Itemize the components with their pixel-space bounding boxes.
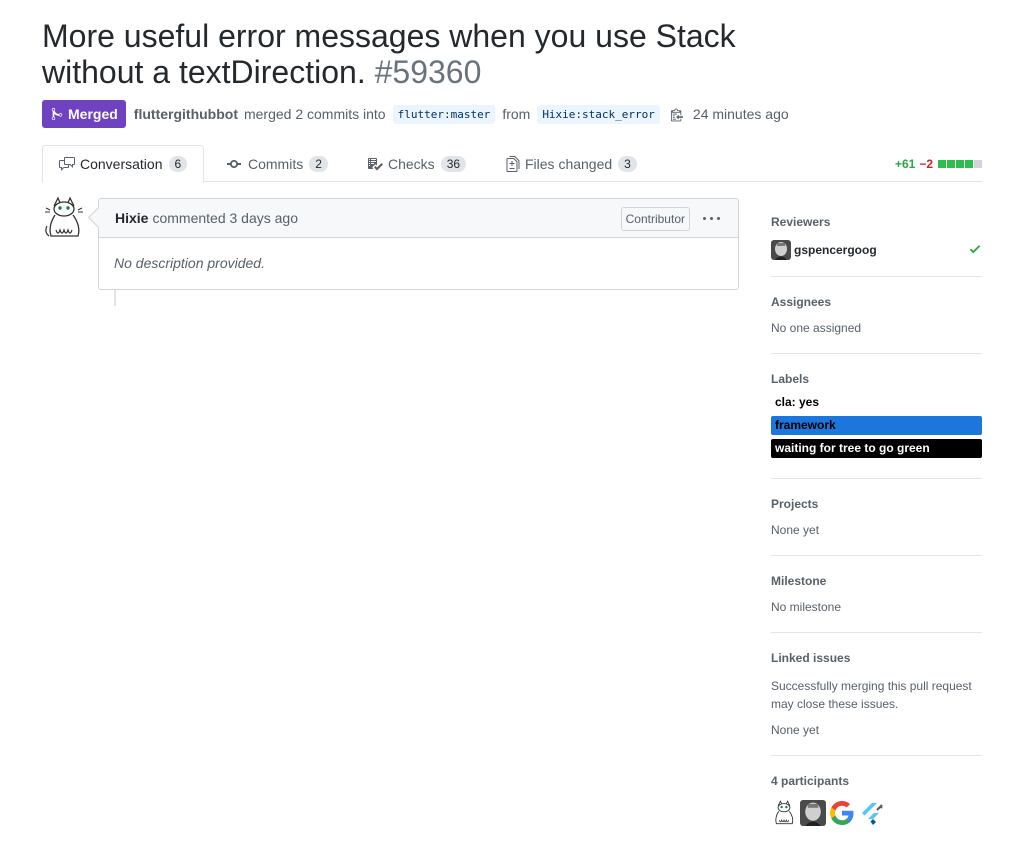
participants-list [771,800,982,826]
tab-conversation-label: Conversation [80,156,163,172]
diffstat-block [974,160,982,168]
diffstat: +61 −2 [895,157,982,171]
projects-section: Projects None yet [771,479,982,556]
tab-commits-count: 2 [309,155,328,172]
checklist-icon [367,156,383,172]
git-commit-icon [227,156,243,172]
diffstat-block [956,160,964,168]
pr-number: #59360 [374,54,482,90]
merger-link[interactable]: fluttergithubbot [134,106,238,122]
base-branch[interactable]: flutter:master [392,104,496,124]
reviewers-heading[interactable]: Reviewers [771,215,982,229]
milestone-value: No milestone [771,600,842,614]
projects-value: None yet [771,523,820,537]
sidebar: Reviewers gspencergoog Assignees No one … [771,200,982,826]
pr-title: More useful error messages when you use … [42,18,802,90]
pr-title-line-1: More useful error messages when you use … [42,18,736,54]
label-waiting-for-tree[interactable]: waiting for tree to go green [771,439,982,458]
linked-issues-section: Linked issues Successfully merging this … [771,633,982,756]
comment-author[interactable]: Hixie [115,210,148,226]
pr-title-line-2: without a textDirection. [42,54,366,90]
assignees-section: Assignees No one assigned [771,277,982,354]
author-avatar[interactable] [42,196,86,240]
reviewer-item[interactable]: gspencergoog [771,240,982,260]
diffstat-additions: +61 [894,157,916,171]
comment-header: Hixie commented 3 days ago Contributor [99,199,738,238]
participants-heading: 4 participants [771,774,850,788]
tab-checks[interactable]: Checks 36 [367,145,467,182]
participant-avatar-hixie[interactable] [771,800,797,826]
participant-avatar-flutter-icon[interactable] [858,800,884,826]
merge-text: merged 2 commits into [243,106,386,122]
tab-checks-label: Checks [388,155,435,172]
state-badge: Merged [42,100,126,128]
diffstat-block [965,160,973,168]
pr-meta: Merged fluttergithubbot merged 2 commits… [42,100,791,128]
labels-section: Labels cla: yes framework waiting for tr… [771,354,982,479]
reviewers-section: Reviewers gspencergoog [771,200,982,277]
tab-conversation[interactable]: Conversation 6 [42,145,205,183]
approved-check-icon [968,242,982,259]
label-framework[interactable]: framework [771,416,982,435]
milestone-heading[interactable]: Milestone [771,574,982,588]
pr-tabs: Conversation 6 Commits 2 Checks 36 Files… [42,145,982,183]
comment-body: No description provided. [114,255,265,271]
diff-icon [506,155,520,172]
labels-heading[interactable]: Labels [771,372,982,386]
tab-files-label: Files changed [525,155,613,172]
head-branch[interactable]: Hixie:stack_error [537,104,660,124]
git-merge-icon [51,107,63,121]
timeline-line [114,290,116,306]
linked-issues-value: None yet [771,723,820,737]
pr-title-block: More useful error messages when you use … [42,18,802,90]
contributor-badge: Contributor [620,207,690,231]
participant-avatar-google-icon[interactable] [829,800,855,826]
tab-conversation-count: 6 [168,156,188,172]
linked-issues-heading[interactable]: Linked issues [771,651,982,665]
comment-discussion-icon [59,156,75,172]
diffstat-deletions: −2 [919,157,933,171]
comment-time[interactable]: commented 3 days ago [152,210,298,226]
tab-files-changed[interactable]: Files changed 3 [506,145,637,182]
tab-commits[interactable]: Commits 2 [227,145,328,182]
tab-files-count: 3 [618,155,637,172]
diffstat-block [938,160,946,168]
label-cla-yes[interactable]: cla: yes [771,393,982,412]
reviewer-avatar[interactable] [771,240,791,260]
tab-commits-label: Commits [248,155,304,172]
assignees-heading[interactable]: Assignees [771,295,982,309]
projects-heading[interactable]: Projects [771,497,982,511]
assignees-value: No one assigned [771,321,862,335]
clipboard-copy-icon[interactable] [670,107,683,122]
from-text: from [502,106,531,122]
more-options-icon[interactable] [701,209,722,227]
reviewer-name: gspencergoog [794,243,877,257]
linked-issues-description: Successfully merging this pull request m… [771,679,972,711]
milestone-section: Milestone No milestone [771,556,982,633]
merge-time: 24 minutes ago [692,106,789,122]
comment-box: Hixie commented 3 days ago Contributor N… [98,198,739,290]
participant-avatar-gspencergoog[interactable] [800,800,826,826]
participants-section: 4 participants [771,756,982,826]
state-label: Merged [68,106,118,122]
diffstat-block [947,160,955,168]
tab-checks-count: 36 [440,155,467,172]
